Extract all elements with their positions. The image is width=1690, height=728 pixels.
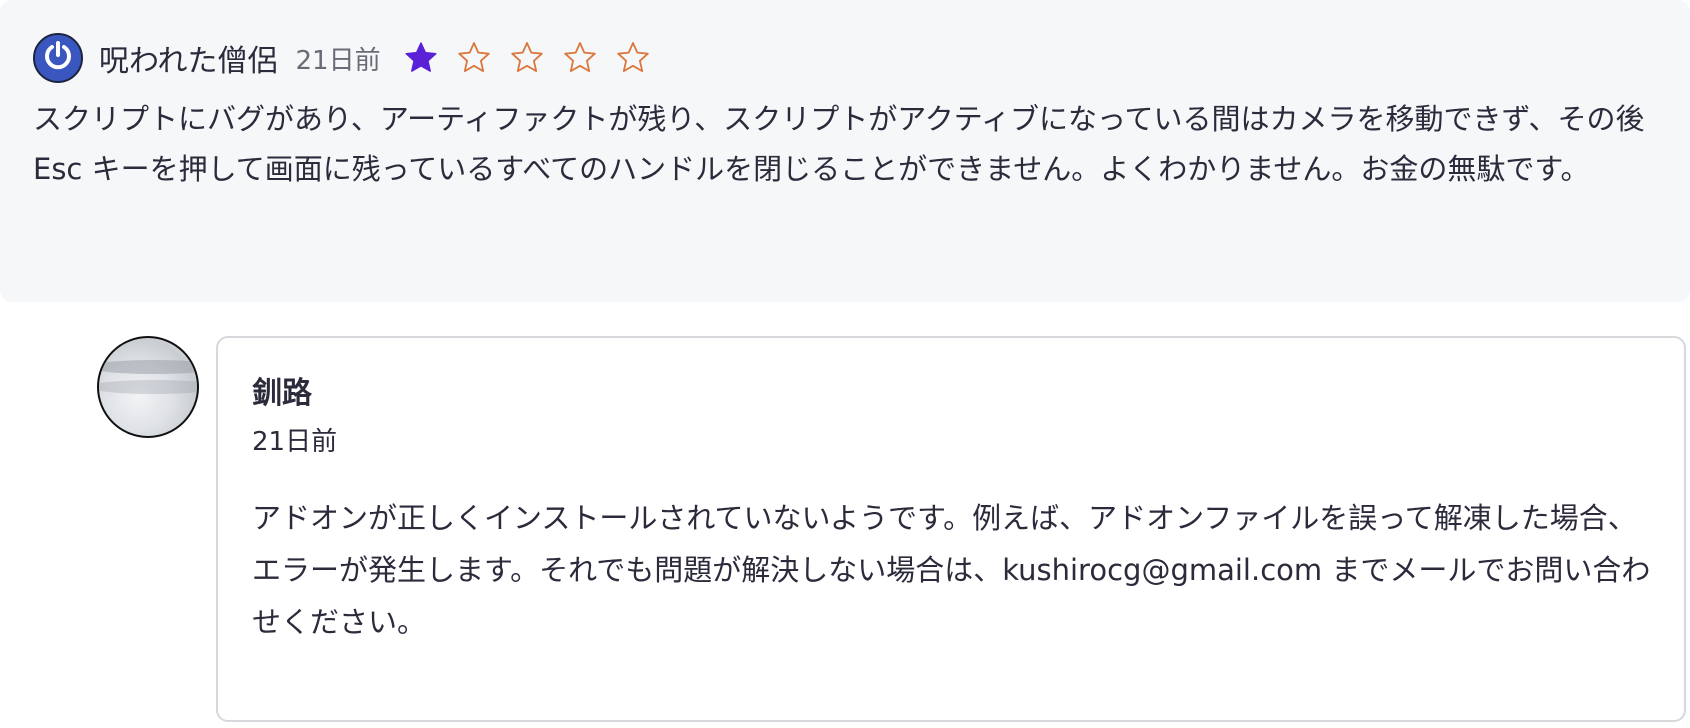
reply-author-avatar[interactable] [97,336,199,438]
star-empty-icon [562,40,598,76]
avatar-texture [99,360,197,374]
star-rating [403,40,668,76]
avatar-texture [99,380,197,394]
reply-card: 釧路 21日前 アドオンが正しくインストールされていないようです。例えば、アドオ… [216,336,1686,722]
review-header: 呪われた僧侶 21日前 [33,30,1657,86]
star-empty-icon [615,40,651,76]
reply-text: アドオンが正しくインストールされていないようです。例えば、アドオンファイルを誤っ… [252,501,1651,639]
reviewer-avatar[interactable] [33,33,83,83]
reply-author-name[interactable]: 釧路 [252,374,1650,414]
star-filled-icon [403,40,439,76]
reply-timestamp: 21日前 [252,427,338,457]
review-text: スクリプトにバグがあり、アーティファクトが残り、スクリプトがアクティブになってい… [33,102,1645,186]
review-timestamp: 21日前 [295,45,381,76]
reviewer-name[interactable]: 呪われた僧侶 [99,36,278,80]
power-icon [41,39,75,77]
review-card: 呪われた僧侶 21日前 スクリプトにバグがあり、アーティファクトが残り、スクリプ… [0,0,1690,302]
star-empty-icon [509,40,545,76]
star-empty-icon [456,40,492,76]
